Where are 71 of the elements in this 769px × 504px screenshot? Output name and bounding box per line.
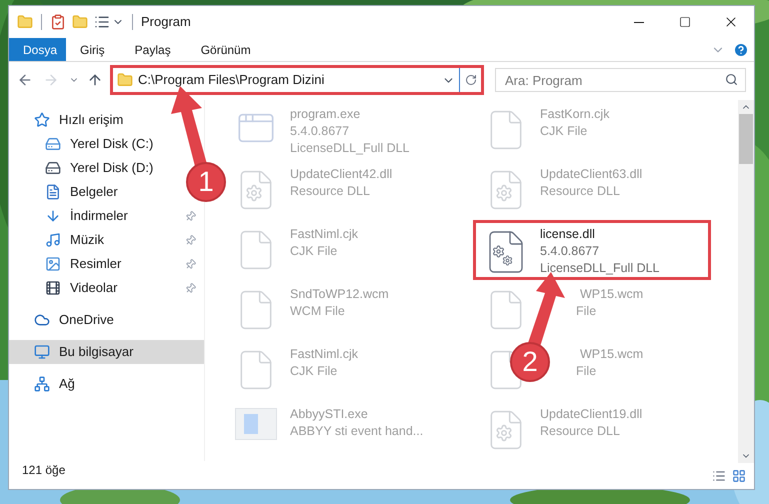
file-detail: CJK File bbox=[290, 243, 338, 260]
file-detail: CJK File bbox=[290, 363, 338, 380]
sidebar-item[interactable]: Yerel Disk (C:) bbox=[9, 132, 162, 156]
sidebar-item[interactable]: İndirmeler bbox=[9, 204, 204, 228]
file-detail: 5.4.0.8677 bbox=[290, 123, 350, 140]
file-detail: CJK File bbox=[540, 123, 588, 140]
file-detail: File bbox=[576, 363, 596, 380]
drive-icon bbox=[45, 160, 61, 176]
file-name: FastKorn.cjk bbox=[540, 106, 610, 123]
drive-icon bbox=[45, 136, 61, 152]
file-name: WP15.wcm bbox=[580, 286, 644, 303]
ribbon-tab[interactable]: Görünüm bbox=[186, 38, 265, 61]
status-text: 121 öğe bbox=[22, 463, 66, 477]
file-detail: File bbox=[576, 303, 596, 320]
file-detail: Resource DLL bbox=[540, 423, 620, 440]
up-icon[interactable] bbox=[87, 72, 103, 88]
view-options-icon[interactable] bbox=[94, 14, 110, 30]
window-title: Program bbox=[141, 13, 192, 32]
file-detail: WCM File bbox=[290, 303, 345, 320]
image-icon bbox=[45, 256, 61, 272]
network-icon bbox=[34, 376, 50, 392]
file-detail: 5.4.0.8677 bbox=[540, 243, 600, 260]
document-icon bbox=[45, 184, 61, 200]
file-name: license.dll bbox=[540, 226, 595, 243]
maximize-icon bbox=[679, 16, 691, 28]
music-note-icon bbox=[45, 232, 61, 248]
back-icon[interactable] bbox=[17, 72, 33, 88]
sidebar-item[interactable]: Hızlı erişim bbox=[9, 108, 132, 132]
application-icon bbox=[235, 408, 277, 440]
ribbon-tab[interactable]: Giriş bbox=[66, 38, 119, 61]
file-detail: Resource DLL bbox=[290, 183, 370, 200]
film-icon bbox=[45, 280, 61, 296]
cloud-icon bbox=[34, 312, 50, 328]
details-view-icon[interactable] bbox=[712, 469, 726, 483]
ribbon-tab[interactable]: Dosya bbox=[9, 38, 66, 61]
file-name: UpdateClient19.dll bbox=[540, 406, 642, 423]
sidebar-item[interactable]: Belgeler bbox=[9, 180, 126, 204]
file-name: FastNiml.cjk bbox=[290, 346, 358, 363]
file-detail: LicenseDLL_Full DLL bbox=[540, 260, 660, 277]
search-field[interactable]: Ara: Program bbox=[495, 68, 746, 92]
file-item[interactable]: license.dll 5.4.0.8677 LicenseDLL_Full DLL bbox=[473, 220, 711, 280]
file-name: SndToWP12.wcm bbox=[290, 286, 389, 303]
file-name: AbbyySTI.exe bbox=[290, 406, 368, 423]
scrollbar[interactable] bbox=[738, 100, 754, 463]
file-name: WP15.wcm bbox=[580, 346, 644, 363]
sidebar-item[interactable]: Resimler bbox=[9, 252, 204, 276]
address-bar[interactable]: C:\Program Files\Program Dizini bbox=[110, 65, 484, 95]
sidebar-item[interactable]: Bu bilgisayar bbox=[9, 340, 204, 364]
help-icon[interactable] bbox=[733, 42, 749, 58]
file-detail: Resource DLL bbox=[540, 183, 620, 200]
sidebar-item[interactable]: Ağ bbox=[9, 372, 83, 396]
sidebar-item[interactable]: Yerel Disk (D:) bbox=[9, 156, 162, 180]
file-name: program.exe bbox=[290, 106, 360, 123]
file-name: UpdateClient42.dll bbox=[290, 166, 392, 183]
search-icon[interactable] bbox=[725, 73, 738, 86]
monitor-icon bbox=[34, 344, 50, 360]
sidebar-item[interactable]: Müzik bbox=[9, 228, 204, 252]
scroll-thumb[interactable] bbox=[739, 114, 753, 164]
star-icon bbox=[34, 112, 50, 128]
ribbon-tab[interactable]: Paylaş bbox=[120, 38, 185, 61]
properties-icon[interactable] bbox=[50, 14, 66, 30]
folder-icon bbox=[117, 72, 133, 88]
refresh-icon bbox=[464, 74, 476, 86]
sidebar-item[interactable]: OneDrive bbox=[9, 308, 122, 332]
file-detail: LicenseDLL_Full DLL bbox=[290, 140, 410, 157]
folder-icon bbox=[17, 14, 33, 30]
large-icons-view-icon[interactable] bbox=[732, 469, 746, 483]
file-detail: ABBYY sti event hand... bbox=[290, 423, 424, 440]
file-name: UpdateClient63.dll bbox=[540, 166, 642, 183]
sidebar-item[interactable]: Videolar bbox=[9, 276, 204, 300]
file-name: FastNiml.cjk bbox=[290, 226, 358, 243]
